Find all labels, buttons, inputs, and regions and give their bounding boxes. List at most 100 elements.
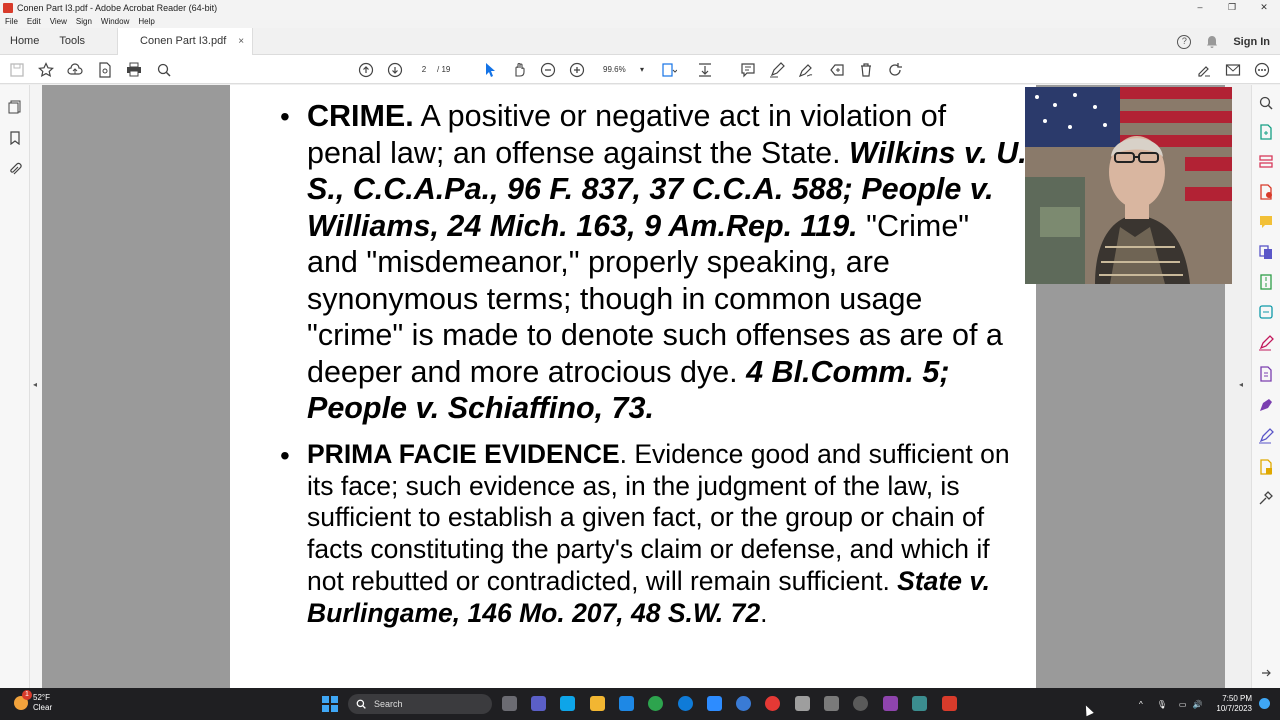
page-fit-icon[interactable] bbox=[660, 61, 677, 78]
previous-page-icon[interactable] bbox=[357, 61, 374, 78]
menu-sign[interactable]: Sign bbox=[76, 15, 92, 28]
edge-icon[interactable] bbox=[678, 696, 693, 711]
volume-icon[interactable]: 🔊 bbox=[1192, 700, 1202, 709]
mail-app-icon[interactable] bbox=[736, 696, 751, 711]
search-placeholder: Search bbox=[374, 699, 403, 709]
protect-pdf-icon[interactable] bbox=[1258, 366, 1274, 382]
request-signature-icon[interactable] bbox=[1258, 428, 1274, 444]
menu-edit[interactable]: Edit bbox=[27, 15, 41, 28]
print-icon[interactable] bbox=[125, 61, 142, 78]
term-crime: CRIME. bbox=[307, 99, 414, 133]
window-controls: – ❐ ✕ bbox=[1184, 0, 1280, 15]
weather-temp: 52°F bbox=[33, 693, 50, 702]
webcam-image bbox=[1025, 87, 1232, 284]
bullet-2: • bbox=[280, 440, 290, 471]
minimize-button[interactable]: – bbox=[1184, 0, 1216, 15]
title-bar: Conen Part I3.pdf - Adobe Acrobat Reader… bbox=[0, 0, 1280, 15]
zoom-search-icon[interactable] bbox=[155, 61, 172, 78]
sign-in-button[interactable]: Sign In bbox=[1233, 36, 1270, 48]
page-thumbnails-icon[interactable] bbox=[7, 99, 23, 115]
star-icon[interactable] bbox=[37, 61, 54, 78]
edit-link-icon[interactable] bbox=[1195, 61, 1212, 78]
attachment-icon[interactable] bbox=[7, 161, 23, 177]
skype-icon[interactable] bbox=[560, 696, 575, 711]
maximize-button[interactable]: ❐ bbox=[1216, 0, 1248, 15]
toolbar: 2 / 19 99.6% ▾ bbox=[0, 55, 1280, 84]
zoom-level-select[interactable]: 99.6% ▾ bbox=[598, 62, 644, 77]
prima-facie-text-2: . bbox=[760, 597, 768, 628]
search-icon bbox=[356, 699, 366, 709]
hand-tool-icon[interactable] bbox=[510, 61, 527, 78]
microphone-icon[interactable]: 🎙 bbox=[1157, 700, 1167, 709]
zoom-tool-icon[interactable] bbox=[1258, 95, 1274, 111]
bell-icon[interactable] bbox=[1205, 35, 1219, 49]
file-search-icon[interactable] bbox=[96, 61, 113, 78]
select-cursor-icon[interactable] bbox=[481, 61, 498, 78]
close-tab-icon[interactable]: × bbox=[238, 36, 244, 47]
tab-home[interactable]: Home bbox=[0, 28, 49, 55]
delete-icon[interactable] bbox=[857, 61, 874, 78]
fill-sign-icon[interactable] bbox=[828, 61, 845, 78]
scan-ocr-icon[interactable] bbox=[1258, 304, 1274, 320]
zoom-app-icon[interactable] bbox=[707, 696, 722, 711]
comment-icon[interactable] bbox=[739, 61, 756, 78]
organize-pages-icon[interactable] bbox=[1258, 154, 1274, 170]
chrome-profile-icon[interactable] bbox=[765, 696, 780, 711]
tab-document[interactable]: Conen Part I3.pdf × bbox=[117, 27, 254, 55]
next-page-icon[interactable] bbox=[386, 61, 403, 78]
more-tools-icon[interactable] bbox=[1258, 490, 1274, 506]
media-player-icon[interactable] bbox=[853, 696, 868, 711]
combine-files-icon[interactable] bbox=[1258, 244, 1274, 260]
zoom-level-value: 99.6% bbox=[603, 65, 626, 74]
task-view-icon[interactable] bbox=[502, 696, 517, 711]
help-icon[interactable]: ? bbox=[1177, 34, 1192, 49]
teams-chat-icon[interactable] bbox=[531, 696, 546, 711]
clipchamp-icon[interactable] bbox=[883, 696, 898, 711]
camera-icon[interactable] bbox=[824, 696, 839, 711]
email-icon[interactable] bbox=[1224, 61, 1241, 78]
export-pdf-icon[interactable] bbox=[1258, 184, 1274, 200]
acrobat-taskbar-icon[interactable] bbox=[942, 696, 957, 711]
highlight-pen-icon[interactable] bbox=[768, 61, 785, 78]
menu-view[interactable]: View bbox=[50, 15, 67, 28]
notifications-icon[interactable] bbox=[1259, 698, 1270, 709]
weather-widget[interactable]: 1 52°F Clear bbox=[14, 690, 53, 713]
more-options-icon[interactable] bbox=[1253, 61, 1270, 78]
zoom-out-icon[interactable] bbox=[539, 61, 556, 78]
start-button[interactable] bbox=[322, 696, 338, 712]
menu-window[interactable]: Window bbox=[101, 15, 129, 28]
bookmark-icon[interactable] bbox=[7, 130, 23, 146]
menu-help[interactable]: Help bbox=[138, 15, 154, 28]
weather-app-icon[interactable] bbox=[619, 696, 634, 711]
weather-desc: Clear bbox=[33, 703, 53, 712]
close-window-button[interactable]: ✕ bbox=[1248, 0, 1280, 15]
create-pdf-icon[interactable] bbox=[1258, 124, 1274, 140]
collapse-right-panel-icon[interactable]: ◂ bbox=[1239, 380, 1243, 389]
taskbar-search[interactable]: Search bbox=[348, 694, 492, 714]
screen-recorder-icon[interactable] bbox=[912, 696, 927, 711]
draw-icon[interactable] bbox=[797, 61, 814, 78]
file-explorer-icon[interactable] bbox=[590, 696, 605, 711]
menu-file[interactable]: File bbox=[5, 15, 18, 28]
collapse-left-panel-icon[interactable]: ◂ bbox=[33, 380, 37, 389]
send-for-review-icon[interactable] bbox=[1258, 459, 1274, 475]
chrome-icon[interactable] bbox=[648, 696, 663, 711]
tab-tools[interactable]: Tools bbox=[49, 28, 95, 55]
edit-pdf-icon[interactable] bbox=[1258, 335, 1274, 351]
compress-pdf-icon[interactable] bbox=[1258, 274, 1274, 290]
scroll-mode-icon[interactable] bbox=[696, 61, 713, 78]
expand-tools-icon[interactable] bbox=[1258, 665, 1274, 681]
fill-and-sign-icon[interactable] bbox=[1258, 397, 1274, 413]
network-icon[interactable]: ▭ bbox=[1179, 700, 1187, 709]
comment-tool-icon[interactable] bbox=[1258, 214, 1274, 230]
calculator-icon[interactable] bbox=[795, 696, 810, 711]
document-tab-label: Conen Part I3.pdf bbox=[140, 35, 227, 47]
acrobat-app-icon bbox=[3, 2, 13, 13]
system-clock[interactable]: 7:50 PM 10/7/2023 bbox=[1216, 694, 1252, 714]
save-icon[interactable] bbox=[8, 61, 25, 78]
tray-chevron-icon[interactable]: ^ bbox=[1139, 700, 1143, 709]
page-number-input[interactable]: 2 bbox=[412, 62, 436, 77]
zoom-in-icon[interactable] bbox=[568, 61, 585, 78]
upload-cloud-icon[interactable] bbox=[66, 61, 83, 78]
rotate-icon[interactable] bbox=[886, 61, 903, 78]
